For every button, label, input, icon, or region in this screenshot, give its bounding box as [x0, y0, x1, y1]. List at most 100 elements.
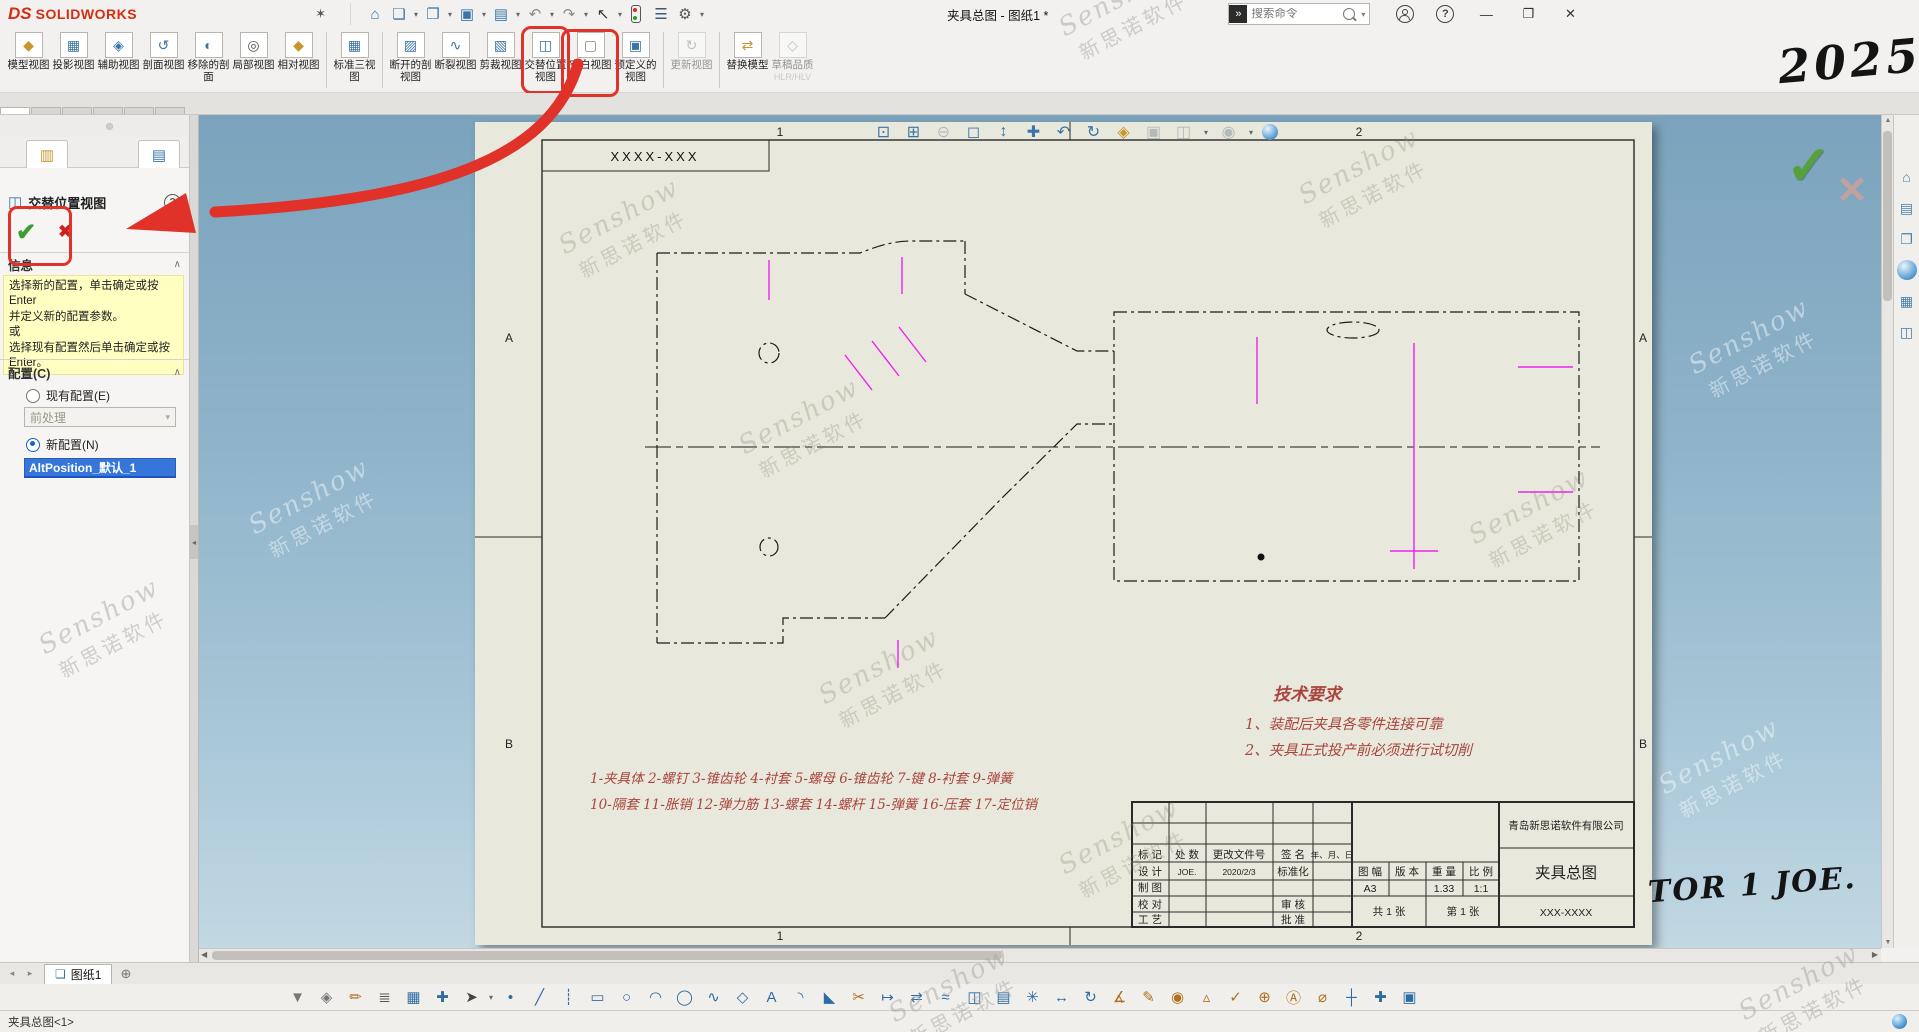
- layers-icon[interactable]: ≣: [370, 986, 399, 1008]
- tab-sketch[interactable]: [62, 107, 92, 114]
- appearances-icon[interactable]: [1897, 260, 1917, 280]
- file-explorer-icon[interactable]: ❐: [1897, 229, 1917, 249]
- datum-feature-icon[interactable]: Ⓐ: [1279, 986, 1308, 1008]
- filter-settings-icon[interactable]: ◈: [312, 986, 341, 1008]
- balloon-tool-icon[interactable]: ◉: [1163, 986, 1192, 1008]
- btn-projected-view[interactable]: ▦ 投影视图: [51, 28, 96, 92]
- menu-window[interactable]: [281, 9, 305, 19]
- pencil-icon[interactable]: ✏: [341, 986, 370, 1008]
- gear-icon[interactable]: ⚙: [673, 3, 697, 25]
- new-config-name-input[interactable]: AltPosition_默认_1: [24, 458, 176, 478]
- doc-restore-icon[interactable]: [1837, 119, 1853, 135]
- btn-predefined-view[interactable]: ▣ 预定义的视图: [613, 28, 658, 92]
- surface-finish-icon[interactable]: ✓: [1221, 986, 1250, 1008]
- globe-icon[interactable]: [1892, 1014, 1907, 1029]
- panel-splitter[interactable]: ◂: [190, 115, 199, 962]
- offset-tool-icon[interactable]: ≈: [931, 986, 960, 1008]
- mirror-tool-icon[interactable]: ◫: [960, 986, 989, 1008]
- zoom-to-fit-icon[interactable]: ⊡: [872, 121, 895, 144]
- scroll-left-icon[interactable]: ◀: [201, 950, 207, 959]
- select-caret[interactable]: ▾: [615, 3, 625, 25]
- scroll-right-icon[interactable]: ▶: [1872, 950, 1878, 959]
- config-section-header[interactable]: 配置(C)∧: [0, 362, 189, 382]
- appearance-ball-icon[interactable]: [1262, 124, 1278, 140]
- linear-pattern-icon[interactable]: ▤: [989, 986, 1018, 1008]
- btn-update-view[interactable]: ↻ 更新视图: [669, 28, 714, 92]
- add-sheet-icon[interactable]: ⊕: [120, 966, 131, 982]
- tab-evaluate[interactable]: [124, 107, 154, 114]
- panel-collapse-handle[interactable]: ◂: [190, 525, 198, 559]
- save-icon[interactable]: ▣: [455, 3, 479, 25]
- extend-tool-icon[interactable]: ↦: [873, 986, 902, 1008]
- btn-replace-model[interactable]: ⇄ 替换模型: [725, 28, 770, 92]
- select-tool-caret[interactable]: ▾: [486, 986, 496, 1008]
- sheet-tab-active[interactable]: ❏ 图纸1: [44, 964, 112, 984]
- rectangle-tool-icon[interactable]: ▭: [583, 986, 612, 1008]
- panel-help-icon[interactable]: ?: [164, 194, 181, 211]
- search-icon[interactable]: [1343, 8, 1355, 20]
- spline-tool-icon[interactable]: ∿: [699, 986, 728, 1008]
- close-button[interactable]: ✕: [1560, 6, 1580, 22]
- note-tool-icon[interactable]: ✎: [1134, 986, 1163, 1008]
- circle-tool-icon[interactable]: ○: [612, 986, 641, 1008]
- existing-config-radio[interactable]: 现有配置(E): [26, 387, 110, 404]
- filter-funnel-icon[interactable]: ▼: [283, 986, 312, 1008]
- restore-button[interactable]: ❐: [1518, 6, 1538, 22]
- user-account-icon[interactable]: [1396, 5, 1414, 23]
- polygon-tool-icon[interactable]: ◇: [728, 986, 757, 1008]
- menu-tools[interactable]: [257, 9, 281, 19]
- circular-pattern-icon[interactable]: ✳: [1018, 986, 1047, 1008]
- smart-dimension-icon[interactable]: ∡: [1105, 986, 1134, 1008]
- tab-drawing[interactable]: [0, 107, 30, 114]
- display-style-caret[interactable]: ▾: [1202, 121, 1210, 144]
- doc-restore-group-icon[interactable]: [1768, 119, 1784, 135]
- print-icon[interactable]: ▤: [489, 3, 513, 25]
- line-tool-icon[interactable]: ╱: [525, 986, 554, 1008]
- trim-tool-icon[interactable]: ✂: [844, 986, 873, 1008]
- collapse-chevron-icon[interactable]: ∧: [174, 367, 181, 378]
- tab-addins[interactable]: [155, 107, 185, 114]
- gear-caret[interactable]: ▾: [697, 3, 707, 25]
- point-tool-icon[interactable]: •: [496, 986, 525, 1008]
- zoom-vertical-icon[interactable]: ↕: [992, 121, 1015, 144]
- btn-detail-view[interactable]: ◎ 局部视图: [231, 28, 276, 92]
- menu-edit[interactable]: [185, 9, 209, 19]
- move-tool-icon[interactable]: ↔: [1047, 986, 1076, 1008]
- rebuild-traffic-light-icon[interactable]: [631, 5, 641, 23]
- hole-callout-icon[interactable]: ⌀: [1308, 986, 1337, 1008]
- redo-icon[interactable]: ↷: [557, 3, 581, 25]
- tab-dimension[interactable]: [93, 107, 123, 114]
- radio-selected-icon[interactable]: [26, 438, 40, 452]
- chamfer-tool-icon[interactable]: ◣: [815, 986, 844, 1008]
- minimize-button[interactable]: —: [1476, 7, 1496, 22]
- text-tool-icon[interactable]: A: [757, 986, 786, 1008]
- ellipse-tool-icon[interactable]: ◯: [670, 986, 699, 1008]
- btn-broken-out-section[interactable]: ▨ 断开的剖视图: [388, 28, 433, 92]
- doc-close-icon[interactable]: [1860, 119, 1876, 135]
- search-input[interactable]: [1247, 8, 1343, 20]
- custom-properties-icon[interactable]: ▦: [1897, 291, 1917, 311]
- btn-draft-quality[interactable]: ◇ 草稿品质 HLR/HLV: [770, 28, 815, 92]
- options-list-icon[interactable]: ☰: [649, 3, 673, 25]
- btn-crop-view[interactable]: ▧ 剪裁视图: [478, 28, 523, 92]
- centerline-tool-icon[interactable]: ┊: [554, 986, 583, 1008]
- new-caret[interactable]: ▾: [411, 3, 421, 25]
- zoom-out-icon[interactable]: ⊖: [932, 121, 955, 144]
- arc-tool-icon[interactable]: ◠: [641, 986, 670, 1008]
- save-caret[interactable]: ▾: [479, 3, 489, 25]
- open-icon[interactable]: ❐: [421, 3, 445, 25]
- print-caret[interactable]: ▾: [513, 3, 523, 25]
- btn-relative-view[interactable]: ◆ 相对视图: [276, 28, 321, 92]
- btn-removed-section[interactable]: ◐ 移除的剖面: [186, 28, 231, 92]
- fillet-tool-icon[interactable]: ◝: [786, 986, 815, 1008]
- view-orientation-icon[interactable]: ▣: [1142, 121, 1165, 144]
- geometric-tolerance-icon[interactable]: ⊕: [1250, 986, 1279, 1008]
- help-icon[interactable]: ?: [1436, 5, 1454, 23]
- btn-auxiliary-view[interactable]: ◈ 辅助视图: [96, 28, 141, 92]
- hide-show-caret[interactable]: ▾: [1247, 121, 1255, 144]
- redo-caret[interactable]: ▾: [581, 3, 591, 25]
- rotate-tool-icon[interactable]: ↻: [1076, 986, 1105, 1008]
- tab-annotation[interactable]: [31, 107, 61, 114]
- drawing-sheet[interactable]: 1212ABABXXXX-XXX技术要求1、装配后夹具各零件连接可靠2、夹具正式…: [475, 122, 1652, 945]
- property-manager-tab[interactable]: ▥: [26, 140, 68, 168]
